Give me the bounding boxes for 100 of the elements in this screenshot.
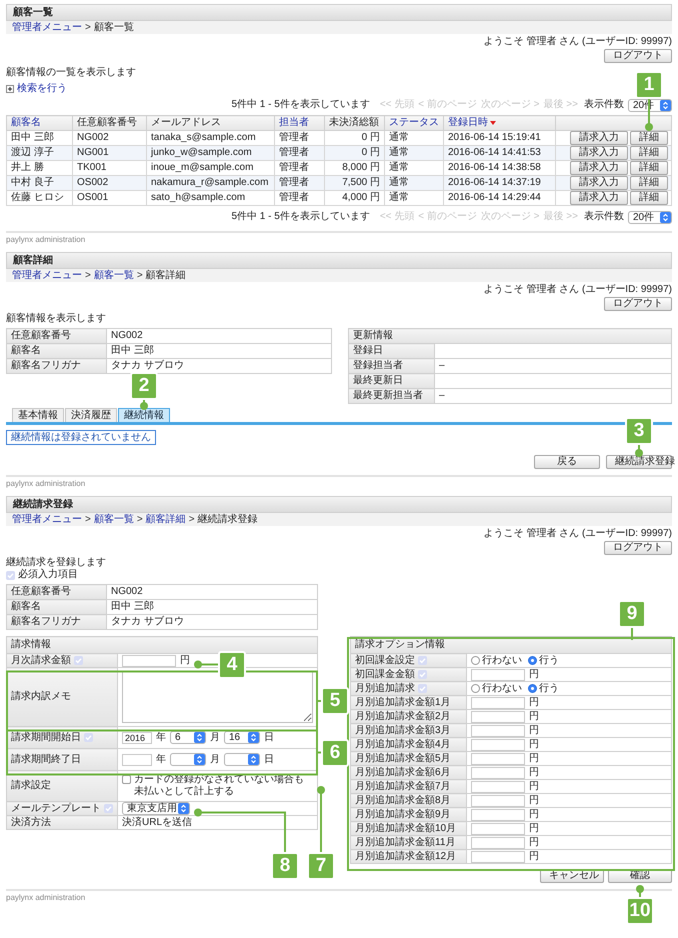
welcome-text: ようこそ 管理者 さん (ユーザーID: 99997)	[484, 284, 672, 296]
amount-field[interactable]	[471, 668, 525, 680]
callout-dot	[317, 786, 325, 794]
updown-icon	[248, 754, 259, 765]
year-field[interactable]	[122, 754, 152, 766]
day-dropdown[interactable]: 16	[224, 731, 260, 744]
amount-field[interactable]	[471, 808, 525, 820]
radio-button[interactable]	[528, 684, 537, 693]
button[interactable]: 請求入力	[570, 146, 628, 160]
amount-field[interactable]	[471, 710, 525, 722]
button[interactable]: ログアウト	[604, 297, 672, 311]
month-dropdown[interactable]	[170, 753, 206, 766]
field-label: 初回課金設定	[355, 654, 415, 666]
callout-badge: 9	[618, 600, 646, 628]
table-heading: 請求情報	[6, 636, 318, 654]
callout-badge: 5	[321, 687, 349, 715]
breadcrumb-link[interactable]: 顧客一覧	[94, 270, 134, 282]
radio-label: 行う	[539, 682, 559, 694]
radio-label: 行う	[539, 654, 559, 666]
table-cell: OS001	[72, 190, 146, 206]
field-label: 月別追加請求	[355, 682, 415, 694]
tab[interactable]: 基本情報	[12, 408, 64, 422]
year-field[interactable]: 2016	[122, 732, 152, 744]
unit-label: 円	[529, 766, 539, 778]
unit-label: 日	[264, 754, 274, 766]
template-dropdown[interactable]: 東京支店用	[122, 802, 190, 815]
breadcrumb-link[interactable]: 管理者メニュー	[12, 270, 82, 282]
button[interactable]: 請求入力	[570, 176, 628, 190]
amount-field[interactable]	[471, 696, 525, 708]
table-cell: 2016-06-14 14:29:44	[444, 190, 556, 206]
memo-field[interactable]	[122, 671, 313, 723]
tab[interactable]: 決済履歴	[65, 408, 117, 422]
day-dropdown[interactable]	[224, 753, 260, 766]
button[interactable]: ログアウト	[604, 541, 672, 555]
amount-field[interactable]	[471, 724, 525, 736]
column-header: 未決済総額	[329, 117, 379, 129]
button[interactable]: 請求入力	[570, 161, 628, 175]
breadcrumb-link[interactable]: 管理者メニュー	[12, 514, 82, 526]
button[interactable]: ログアウト	[604, 49, 672, 63]
amount-field[interactable]	[122, 654, 176, 666]
updown-icon	[194, 754, 205, 765]
button[interactable]: 詳細	[630, 161, 668, 175]
breadcrumb-separator: >	[188, 514, 195, 526]
breadcrumb-current: 顧客一覧	[94, 22, 134, 34]
label-cell: 最終更新日	[348, 374, 434, 388]
button[interactable]: 戻る	[534, 455, 600, 469]
button[interactable]: 詳細	[630, 191, 668, 205]
label-cell: 顧客名フリガナ	[6, 358, 106, 374]
radio-button[interactable]	[471, 684, 480, 693]
amount-field[interactable]	[471, 836, 525, 848]
field-label: 請求期間終了日	[11, 754, 81, 766]
field-label: 月別追加請求金額7月	[355, 780, 451, 792]
field-label: 月別追加請求金額8月	[355, 794, 451, 806]
welcome-text: ようこそ 管理者 さん (ユーザーID: 99997)	[484, 36, 672, 48]
description-text: 顧客情報の一覧を表示します	[6, 67, 137, 79]
unit-label: 円	[529, 696, 539, 708]
per-page-dropdown[interactable]: 20件	[628, 210, 672, 224]
label-cell: 顧客名	[6, 344, 106, 358]
amount-field[interactable]	[471, 794, 525, 806]
field-label: 月別追加請求金額9月	[355, 808, 451, 820]
radio-button[interactable]	[471, 656, 480, 665]
search-link[interactable]: 検索を行う	[17, 83, 67, 95]
unit-label: 円	[529, 780, 539, 792]
tab[interactable]: 継続情報	[118, 408, 170, 422]
unit-label: 円	[529, 850, 539, 862]
breadcrumb-current: 顧客詳細	[146, 270, 186, 282]
month-dropdown[interactable]: 6	[170, 731, 206, 744]
amount-field[interactable]	[471, 822, 525, 834]
label-cell: 最終更新担当者	[348, 388, 434, 404]
callout-dot	[140, 402, 148, 410]
breadcrumb-link[interactable]: 管理者メニュー	[12, 22, 82, 34]
leader-line	[317, 700, 321, 702]
button[interactable]: 請求入力	[570, 131, 628, 145]
amount-field[interactable]	[471, 738, 525, 750]
callout-badge: 8	[271, 852, 299, 880]
breadcrumb-link[interactable]: 顧客一覧	[94, 514, 134, 526]
field-label: 月次請求金額	[11, 654, 71, 666]
button[interactable]: 請求入力	[570, 191, 628, 205]
table-cell: 通常	[384, 190, 444, 206]
value-cell: 田中 三郎	[106, 344, 332, 358]
callout-badge: 1	[635, 71, 663, 99]
radio-button[interactable]	[528, 656, 537, 665]
callout-dot	[636, 885, 644, 893]
footer-text: paylynx administration	[6, 479, 86, 488]
footer-text: paylynx administration	[6, 893, 86, 902]
value-cell: タナカ サブロウ	[106, 614, 318, 630]
amount-field[interactable]	[471, 780, 525, 792]
field-label: 月別追加請求金額5月	[355, 752, 451, 764]
amount-field[interactable]	[471, 766, 525, 778]
button[interactable]: 詳細	[630, 176, 668, 190]
pagination-summary: 5件中 1 - 5件を表示しています	[231, 99, 370, 111]
amount-field[interactable]	[471, 752, 525, 764]
button[interactable]: 詳細	[630, 146, 668, 160]
breadcrumb-link[interactable]: 顧客詳細	[146, 514, 186, 526]
expand-icon[interactable]	[6, 85, 14, 93]
per-page-label: 表示件数	[584, 99, 624, 111]
button[interactable]: 詳細	[630, 131, 668, 145]
column-header: メールアドレス	[151, 117, 221, 129]
amount-field[interactable]	[471, 850, 525, 862]
leader-line	[317, 752, 321, 754]
